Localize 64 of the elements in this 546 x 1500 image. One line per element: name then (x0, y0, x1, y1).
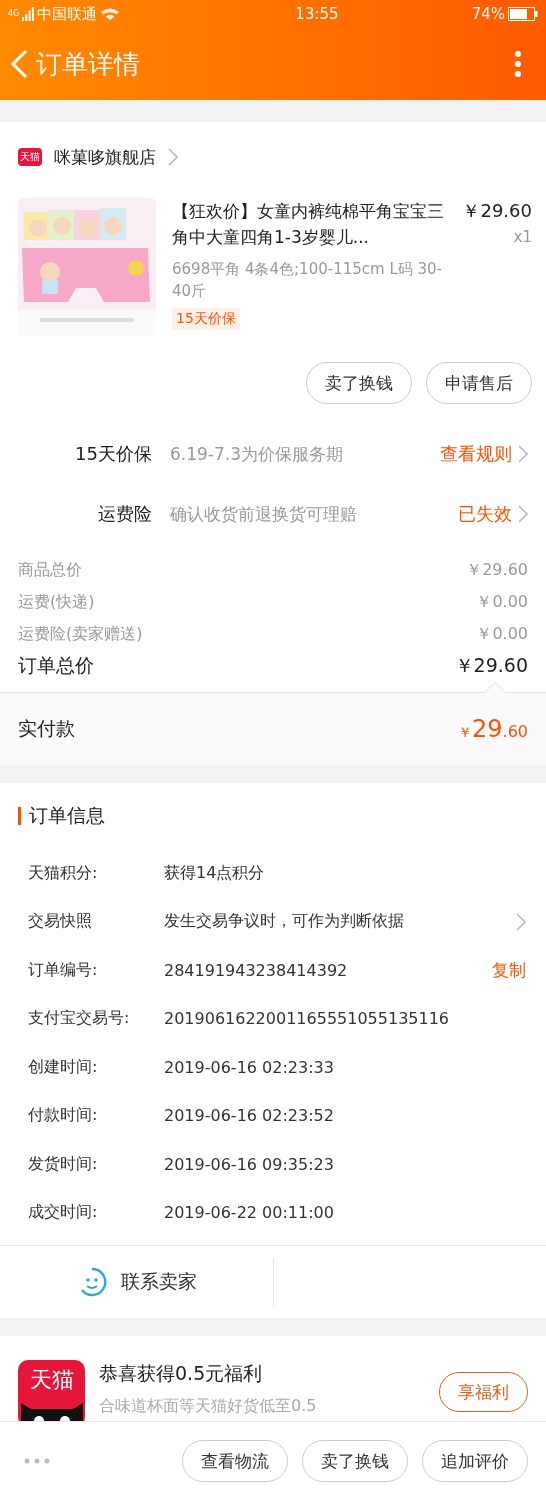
tmall-logo: 天猫 (18, 1360, 85, 1423)
cost-value: ￥0.00 (476, 623, 528, 645)
promo-subtitle: 合味道杯面等天猫好货低至0.5 (99, 1396, 318, 1417)
chevron-icon (168, 148, 178, 166)
product-title: 【狂欢价】女童内裤纯棉平角宝宝三角中大童四角1-3岁婴儿... (172, 200, 445, 249)
network-type: 4G (8, 8, 20, 18)
status-time: 13:55 (295, 5, 339, 23)
action-button[interactable]: 申请售后 (426, 362, 532, 404)
info-value: 284191943238414392 (164, 960, 349, 980)
product-quantity: x1 (512, 228, 532, 246)
battery-icon (508, 7, 538, 21)
cost-label: 订单总价 (18, 653, 94, 678)
service-label: 15天价保 (74, 442, 152, 466)
info-value: 2019-06-16 02:23:33 (164, 1057, 335, 1077)
cost-label: 运费(快递) (18, 591, 95, 613)
cost-value: ￥0.00 (476, 591, 528, 613)
carrier-name: 中国联通 (37, 4, 98, 24)
cost-value: ￥29.60 (466, 559, 528, 581)
service-desc: 确认收货前退换货可理赔 (170, 502, 358, 526)
back-icon (10, 49, 28, 79)
chevron-icon (516, 912, 526, 931)
more-icon (24, 1458, 50, 1464)
action-button[interactable]: 追加评价 (422, 1440, 528, 1482)
info-value: 2019-06-16 02:23:52 (164, 1106, 335, 1126)
price-protect-tag: 15天价保 (172, 308, 240, 330)
info-value: 2019061622001165551055135116 (164, 1009, 451, 1029)
product-spec: 6698平角 4条4色;100-115cm L码 30-40斤 (172, 259, 443, 302)
promo-title: 恭喜获得0.5元福利 (99, 1361, 264, 1386)
info-value: 发生交易争议时，可作为判断依据 (164, 911, 405, 933)
paid-amount: ￥29.60 (458, 715, 528, 743)
info-value: 获得14点积分 (164, 862, 266, 884)
accent-bar (18, 807, 21, 825)
section-title: 订单信息 (29, 803, 105, 828)
info-label: 创建时间: (28, 1056, 99, 1078)
cost-label: 运费险(卖家赠送) (18, 623, 143, 645)
back-button[interactable] (10, 49, 28, 79)
service-desc: 6.19-7.3为价保服务期 (170, 442, 345, 466)
more-icon (514, 50, 522, 78)
product-price: ￥29.60 (462, 199, 532, 223)
action-button[interactable]: 查看物流 (182, 1440, 288, 1482)
paid-label: 实付款 (18, 716, 75, 741)
claim-button[interactable]: 享福利 (439, 1372, 528, 1412)
action-button[interactable]: 卖了换钱 (306, 362, 412, 404)
contact-seller-button[interactable]: 联系卖家 (0, 1258, 274, 1306)
page-title: 订单详情 (36, 47, 141, 81)
info-label: 支付宝交易号: (28, 1008, 131, 1030)
service-label: 运费险 (97, 502, 152, 526)
info-value: 2019-06-22 00:11:00 (164, 1203, 335, 1223)
info-label: 成交时间: (28, 1202, 99, 1224)
cost-label: 商品总价 (18, 559, 82, 581)
info-label: 订单编号: (28, 959, 99, 981)
info-value: 2019-06-16 09:35:23 (164, 1154, 335, 1174)
signal-icon (22, 7, 35, 21)
info-label: 付款时间: (28, 1105, 99, 1127)
chevron-icon (518, 445, 528, 463)
battery-percent: 74% (471, 5, 505, 23)
info-label: 交易快照 (28, 911, 93, 933)
cost-value: ￥29.60 (454, 653, 528, 678)
info-label: 发货时间: (28, 1153, 99, 1175)
store-link[interactable]: 天猫 咪菓哆旗舰店 (0, 122, 546, 192)
chevron-icon (518, 505, 528, 523)
info-label: 天猫积分: (28, 862, 99, 884)
action-button[interactable]: 卖了换钱 (302, 1440, 408, 1482)
store-badge: 天猫 (18, 148, 42, 166)
